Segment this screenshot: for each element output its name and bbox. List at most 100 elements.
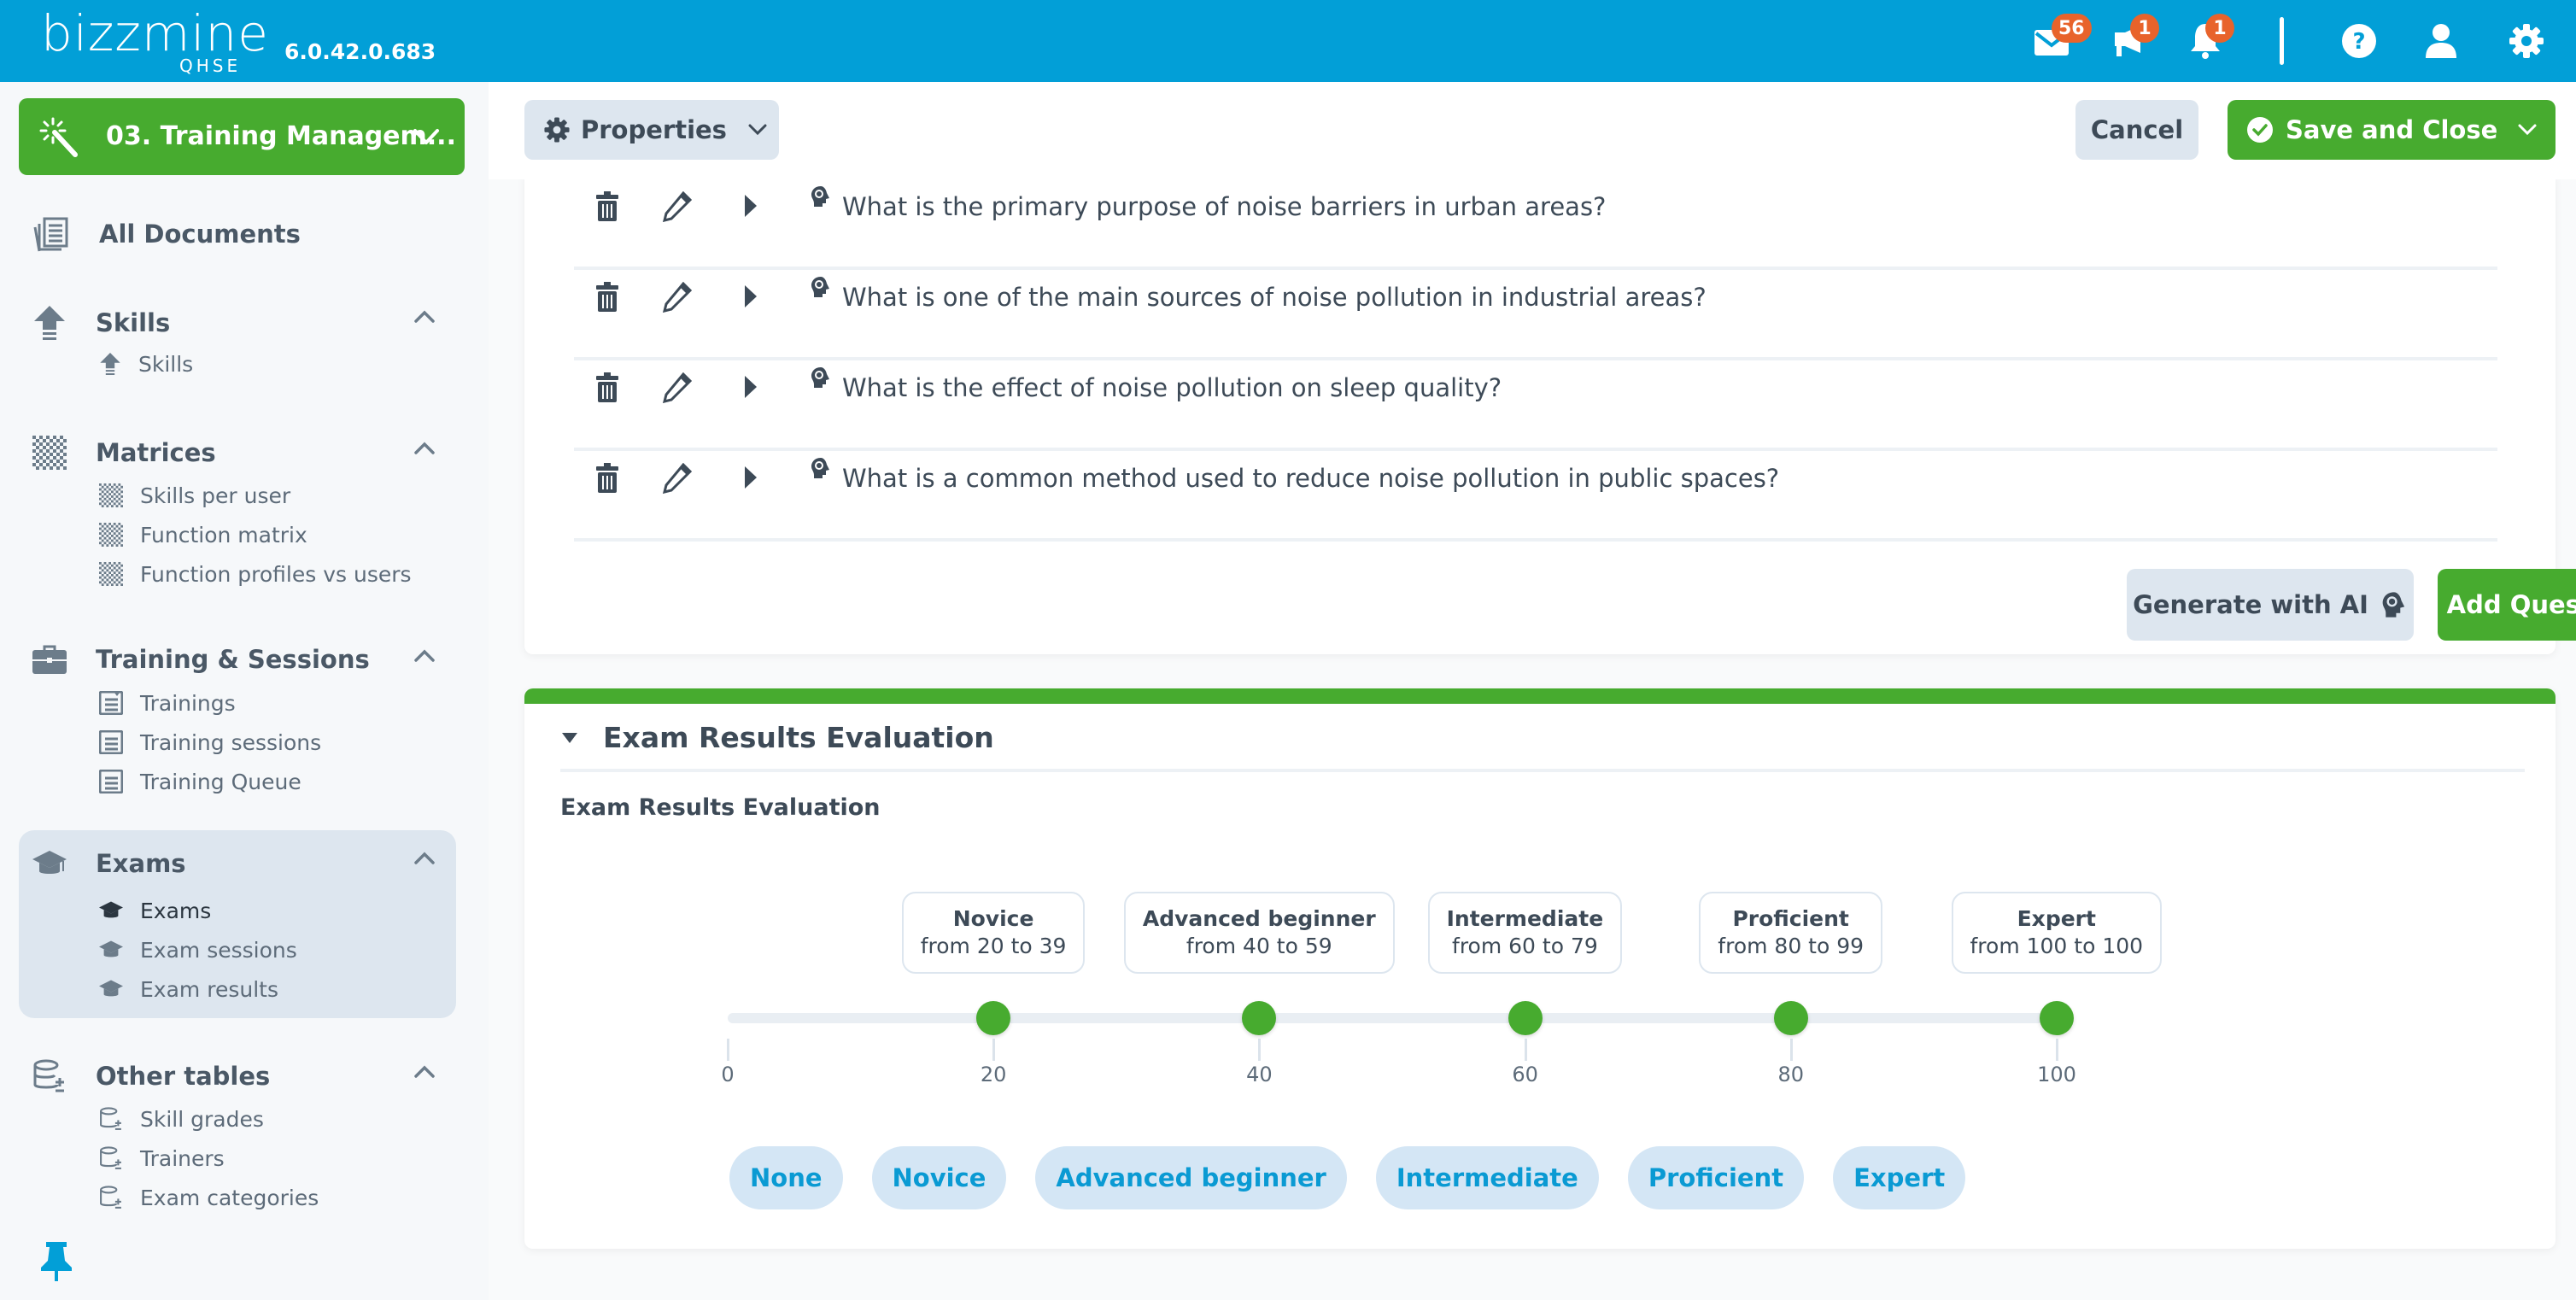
trash-icon[interactable] bbox=[594, 372, 620, 403]
sidebar-item-label: Training sessions bbox=[140, 729, 322, 755]
graduation-cap-icon bbox=[99, 940, 123, 957]
sidebar-item-trainings[interactable]: Trainings bbox=[99, 688, 236, 718]
chevron-up-icon[interactable] bbox=[413, 439, 436, 456]
chevron-up-icon[interactable] bbox=[413, 307, 436, 325]
announcements-button[interactable]: 1 bbox=[2108, 14, 2159, 63]
documents-icon bbox=[33, 217, 68, 252]
sidebar-item-training-queue[interactable]: Training Queue bbox=[99, 766, 302, 797]
bizzmine-logo[interactable]: bizzmine QHSE bbox=[41, 7, 268, 75]
caret-right-icon[interactable] bbox=[743, 284, 758, 309]
level-chip[interactable]: Expert bbox=[1833, 1146, 1966, 1209]
slider-handle[interactable] bbox=[2040, 1001, 2074, 1035]
level-name: Expert bbox=[2017, 906, 2096, 931]
database-plus-icon bbox=[100, 1186, 121, 1209]
level-chip-list: None Novice Advanced beginner Intermedia… bbox=[729, 1146, 1966, 1209]
slider-tick-label: 0 bbox=[721, 1063, 735, 1086]
caret-right-icon[interactable] bbox=[743, 465, 758, 490]
level-chip[interactable]: Novice bbox=[871, 1146, 1007, 1209]
sidebar-item-exam-categories[interactable]: Exam categories bbox=[99, 1182, 319, 1213]
sidebar-item-exam-results[interactable]: Exam results bbox=[99, 974, 278, 1004]
question-text[interactable]: What is the primary purpose of noise bar… bbox=[842, 191, 1606, 222]
database-plus-icon bbox=[100, 1146, 121, 1169]
level-chip[interactable]: Intermediate bbox=[1375, 1146, 1599, 1209]
chevron-down-icon[interactable] bbox=[2516, 122, 2538, 138]
settings-button[interactable] bbox=[2504, 19, 2549, 63]
slider-tick bbox=[1789, 1039, 1793, 1061]
trash-icon[interactable] bbox=[594, 282, 620, 313]
sidebar-item-skills-per-user[interactable]: Skills per user bbox=[99, 480, 290, 511]
sidebar-item-label: Exam results bbox=[140, 976, 278, 1002]
notifications-button[interactable]: 1 bbox=[2183, 14, 2234, 63]
save-and-close-button[interactable]: Save and Close bbox=[2228, 100, 2556, 160]
question-text[interactable]: What is the effect of noise pollution on… bbox=[842, 372, 1502, 403]
chevron-up-icon[interactable] bbox=[413, 849, 436, 866]
pencil-icon[interactable] bbox=[663, 282, 692, 313]
sidebar-item-function-profiles-vs-users[interactable]: Function profiles vs users bbox=[99, 559, 412, 589]
sidebar-item-exams[interactable]: Exams bbox=[99, 895, 211, 926]
slider-tick bbox=[1258, 1039, 1262, 1061]
app-selector[interactable]: 03. Training Managem... bbox=[19, 98, 465, 175]
sidebar-item-skill-grades[interactable]: Skill grades bbox=[99, 1104, 264, 1134]
pencil-icon[interactable] bbox=[663, 191, 692, 222]
pin-icon[interactable] bbox=[39, 1240, 73, 1283]
question-text[interactable]: What is one of the main sources of noise… bbox=[842, 282, 1707, 313]
sidebar-item-label: Exams bbox=[140, 898, 212, 923]
cancel-button[interactable]: Cancel bbox=[2075, 100, 2198, 160]
level-chip[interactable]: Proficient bbox=[1627, 1146, 1805, 1209]
gear-icon bbox=[2509, 24, 2544, 58]
chevron-up-icon[interactable] bbox=[413, 647, 436, 664]
version-label: 6.0.42.0.683 bbox=[284, 39, 436, 64]
question-text[interactable]: What is a common method used to reduce n… bbox=[842, 463, 1779, 494]
trash-icon[interactable] bbox=[594, 463, 620, 494]
list-icon bbox=[99, 691, 123, 715]
sidebar-item-label: Exam sessions bbox=[140, 937, 297, 963]
slider-handle[interactable] bbox=[976, 1001, 1011, 1035]
sidebar-group-header-training-sessions[interactable]: Training & Sessions bbox=[32, 643, 370, 676]
sidebar-item-training-sessions[interactable]: Training sessions bbox=[99, 727, 321, 758]
sidebar-group-header-matrices[interactable]: Matrices bbox=[32, 436, 216, 470]
pencil-icon[interactable] bbox=[663, 463, 692, 494]
ai-brain-head-icon bbox=[811, 367, 829, 388]
sidebar-item-label: All Documents bbox=[99, 220, 301, 249]
sidebar-item-trainers[interactable]: Trainers bbox=[99, 1143, 225, 1174]
question-row: What is the primary purpose of noise bar… bbox=[574, 179, 2497, 270]
sidebar-group-label: Other tables bbox=[96, 1062, 271, 1091]
level-tooltip: Intermediate from 60 to 79 bbox=[1427, 892, 1623, 974]
sidebar-group-header-exams[interactable]: Exams bbox=[32, 849, 186, 878]
pencil-icon[interactable] bbox=[663, 372, 692, 403]
sidebar-item-exam-sessions[interactable]: Exam sessions bbox=[99, 934, 297, 965]
evaluation-range-slider: 0 20 40 60 80 100 Novice from 20 to 39 Advanced … bbox=[524, 688, 2576, 1201]
help-button[interactable]: ? bbox=[2337, 19, 2381, 63]
generate-with-ai-label: Generate with AI bbox=[2133, 590, 2368, 619]
add-question-button[interactable]: Add Question bbox=[2438, 569, 2576, 641]
action-bar: Properties Cancel Save and Close bbox=[489, 82, 2576, 179]
caret-right-icon[interactable] bbox=[743, 193, 758, 219]
generate-with-ai-button[interactable]: Generate with AI bbox=[2127, 569, 2414, 641]
properties-dropdown[interactable]: Properties bbox=[524, 100, 779, 160]
slider-tick-label: 20 bbox=[980, 1063, 1007, 1086]
questions-card: What is the primary purpose of noise bar… bbox=[524, 179, 2576, 654]
magic-wand-icon bbox=[39, 117, 78, 157]
mail-badge: 56 bbox=[2052, 14, 2092, 43]
sidebar-group-header-skills[interactable]: Skills bbox=[32, 304, 170, 342]
mail-button[interactable]: 56 bbox=[2029, 14, 2092, 63]
chevron-up-icon[interactable] bbox=[413, 1063, 436, 1080]
arrow-up-icon bbox=[100, 353, 120, 375]
slider-track bbox=[728, 1013, 2057, 1023]
sidebar-item-all-documents[interactable]: All Documents bbox=[32, 215, 301, 253]
sidebar-group-header-other-tables[interactable]: Other tables bbox=[32, 1059, 270, 1093]
caret-right-icon[interactable] bbox=[743, 374, 758, 400]
level-name: Proficient bbox=[1732, 906, 1849, 931]
level-chip[interactable]: None bbox=[729, 1146, 843, 1209]
gear-icon bbox=[544, 117, 570, 143]
level-chip[interactable]: Advanced beginner bbox=[1035, 1146, 1347, 1209]
slider-handle[interactable] bbox=[1242, 1001, 1277, 1035]
user-menu-button[interactable] bbox=[2419, 19, 2463, 63]
sidebar-item-skills[interactable]: Skills bbox=[99, 348, 193, 379]
sidebar-group-label: Training & Sessions bbox=[96, 645, 370, 674]
sidebar-item-function-matrix[interactable]: Function matrix bbox=[99, 519, 307, 550]
trash-icon[interactable] bbox=[594, 191, 620, 222]
slider-handle[interactable] bbox=[1508, 1001, 1543, 1035]
slider-handle[interactable] bbox=[1773, 1001, 1808, 1035]
main-area: Properties Cancel Save and Close What is… bbox=[489, 82, 2576, 1300]
